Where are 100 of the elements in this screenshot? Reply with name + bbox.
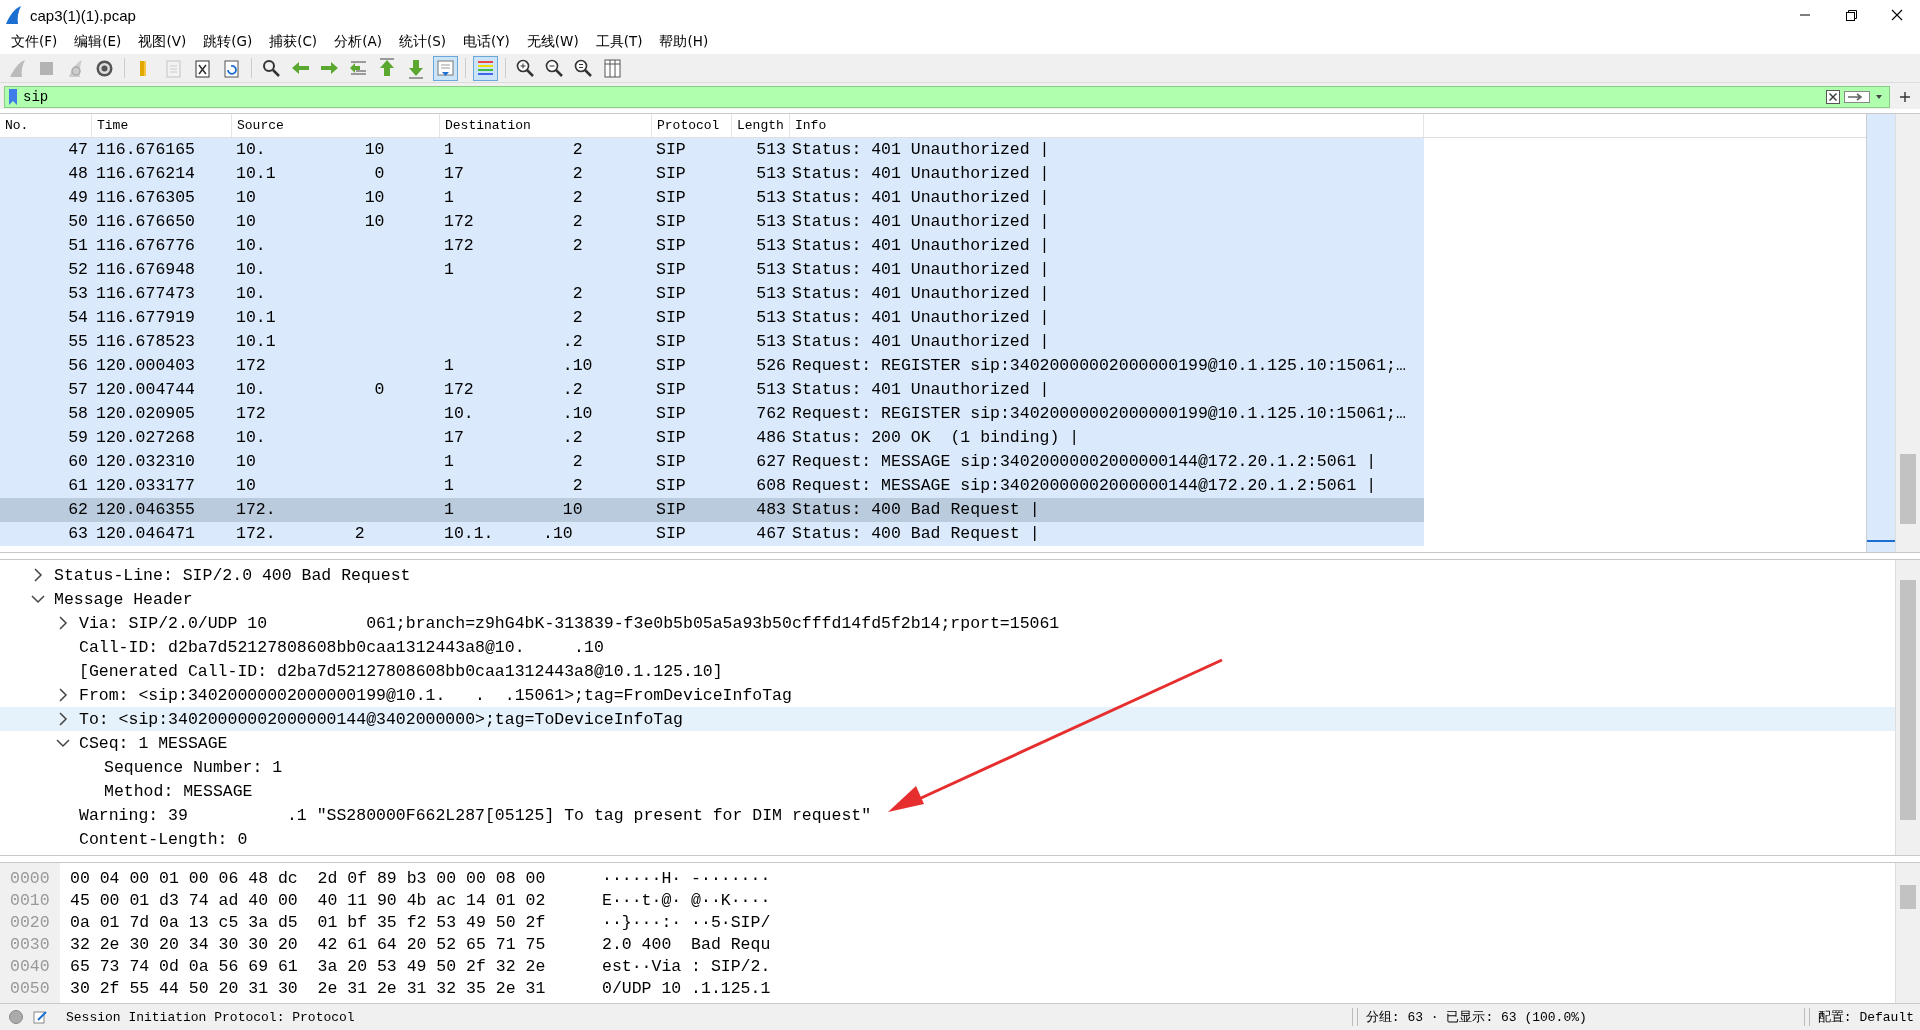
menu-item[interactable]: 统计(S) — [391, 31, 454, 53]
tree-item[interactable]: Content-Length: 0 — [79, 829, 248, 849]
table-cell-text: 116.676948 — [95, 259, 197, 281]
menu-item[interactable]: 工具(T) — [588, 31, 650, 53]
reload-icon[interactable] — [221, 57, 242, 79]
profile-label[interactable]: 配置: Default — [1817, 1008, 1920, 1026]
zoom-in-icon[interactable] — [515, 57, 536, 79]
search-icon[interactable] — [261, 57, 282, 79]
packet-row[interactable]: 57 120.004744 10. 0 172 .2 SIP 513 Status: 401 Unauthorized | — [0, 378, 1424, 402]
table-cell-text: Status: 401 Unauthorized | — [791, 139, 1051, 161]
table-cell-text: Status: 401 Unauthorized | — [791, 259, 1051, 281]
zoom-out-icon[interactable] — [544, 57, 565, 79]
scrollbar[interactable] — [1895, 560, 1920, 855]
column-header[interactable]: Length — [732, 114, 790, 137]
table-cell-text: 116.677473 — [95, 283, 197, 305]
menu-item[interactable]: 捕获(C) — [262, 31, 325, 53]
close-file-icon[interactable] — [192, 57, 213, 79]
packet-row[interactable]: 62 120.046355 172. 1 10 SIP 483 Status: 400 Bad Request | — [0, 498, 1424, 522]
column-header[interactable]: Info — [790, 114, 1424, 137]
hex-bytes[interactable]: 45 00 01 d3 74 ad 40 00 40 11 90 4b ac 14 01 02 — [70, 890, 570, 910]
bookmark-icon[interactable] — [7, 88, 19, 106]
add-icon[interactable] — [1898, 90, 1912, 104]
menu-item[interactable]: 电话(Y) — [456, 31, 517, 53]
table-cell-text: SIP — [655, 499, 687, 521]
hex-bytes[interactable]: 65 73 74 0d 0a 56 69 61 3a 20 53 49 50 2f 32 2e — [70, 956, 570, 976]
menu-item[interactable]: 跳转(G) — [196, 31, 260, 53]
packet-row[interactable]: 60 120.032310 10 1 2 SIP 627 Request: MESSAGE sip:34020000002000000144@172.20.1.2:5061 | — [0, 450, 1424, 474]
column-header[interactable]: No. — [0, 114, 92, 137]
ascii-bytes[interactable]: E···t·@· @··K···· — [602, 890, 771, 910]
table-cell-text: 56 — [67, 355, 89, 377]
table-cell-text: 10 — [235, 451, 257, 473]
table-cell-text: 513 — [755, 139, 787, 161]
packet-row[interactable]: 61 120.033177 10 1 2 SIP 608 Request: MESSAGE sip:34020000002000000144@172.20.1.2:5061 | — [0, 474, 1424, 498]
packet-row[interactable]: 49 116.676305 10 10 1 2 SIP 513 Status: 401 Unauthorized | — [0, 186, 1424, 210]
packet-row[interactable]: 55 116.678523 10.1 .2 SIP 513 Status: 401 Unauthorized | — [0, 330, 1424, 354]
menu-item[interactable]: 文件(F) — [4, 31, 65, 53]
ascii-bytes[interactable]: ······H· -······· — [602, 868, 771, 888]
packet-row[interactable]: 59 120.027268 10. 17 .2 SIP 486 Status: 200 OK (1 binding) | — [0, 426, 1424, 450]
shark-fin-icon — [4, 5, 22, 25]
column-header[interactable]: Time — [92, 114, 232, 137]
table-cell-text: 1 2 — [443, 187, 584, 209]
table-cell-text: 10 10 — [235, 211, 386, 233]
table-cell-text: Status: 400 Bad Request | — [791, 499, 1041, 521]
menu-item[interactable]: 编辑(E) — [67, 31, 129, 53]
filter-field[interactable]: sip — [4, 86, 1890, 108]
packet-row[interactable]: 50 116.676650 10 10 172 2 SIP 513 Status: 401 Unauthorized | — [0, 210, 1424, 234]
menu-item[interactable]: 无线(W) — [519, 31, 586, 53]
tree-item[interactable]: Sequence Number: 1 — [104, 757, 283, 777]
menu-item[interactable]: 视图(V) — [131, 31, 194, 53]
ascii-bytes[interactable]: est··Via : SIP/2. — [602, 956, 771, 976]
packet-row[interactable]: 53 116.677473 10. 2 SIP 513 Status: 401 Unauthorized | — [0, 282, 1424, 306]
table-cell-text: 467 — [755, 523, 787, 545]
tree-item[interactable]: Warning: 39 .1 "SS280000F662L287[05125] To tag present for DIM request" — [79, 805, 872, 825]
tree-item[interactable]: [Generated Call-ID: d2ba7d52127808608bb0caa1312443a8@10.1.125.10] — [79, 661, 723, 681]
tree-item[interactable]: Via: SIP/2.0/UDP 10 061;branch=z9hG4bK-313839-f3e0b5b05a5a93b50cfffd14fd5f2b14;rport=15061 — [79, 613, 1060, 633]
tree-item[interactable]: CSeq: 1 MESSAGE — [79, 733, 228, 753]
ascii-bytes[interactable]: ··}···:· ··5·SIP/ — [602, 912, 771, 932]
packet-row[interactable]: 52 116.676948 10. 1 SIP 513 Status: 401 Unauthorized | — [0, 258, 1424, 282]
packet-row[interactable]: 58 120.020905 172 10. .10 SIP 762 Request: REGISTER sip:34020000002000000199@10.1.125.10:15061;… — [0, 402, 1424, 426]
table-cell-text: 116.676214 — [95, 163, 197, 185]
packet-row[interactable]: 47 116.676165 10. 10 1 2 SIP 513 Status: 401 Unauthorized | — [0, 138, 1424, 162]
table-cell-text: 608 — [755, 475, 787, 497]
tree-item[interactable]: Method: MESSAGE — [104, 781, 253, 801]
scrollbar[interactable] — [1895, 114, 1920, 552]
zoom-reset-icon[interactable] — [573, 57, 594, 79]
table-cell-text: Request: MESSAGE sip:34020000002000000144@172.20.1.2:5061 | — [791, 475, 1378, 497]
table-cell-text: 116.676305 — [95, 187, 197, 209]
table-cell-text: 486 — [755, 427, 787, 449]
edit-note-icon[interactable] — [32, 1009, 48, 1025]
tree-item[interactable]: Message Header — [54, 589, 193, 609]
ascii-bytes[interactable]: 0/UDP 10 .1.125.1 — [602, 978, 771, 998]
menu-item[interactable]: 帮助(H) — [652, 31, 716, 53]
packet-row[interactable]: 54 116.677919 10.1 2 SIP 513 Status: 401 Unauthorized | — [0, 306, 1424, 330]
window-title: cap3(1)(1).pcap — [30, 6, 137, 24]
table-cell-text: 627 — [755, 451, 787, 473]
autoscroll-icon[interactable] — [435, 57, 456, 79]
clear-icon[interactable] — [1825, 89, 1841, 105]
tree-item[interactable]: Status-Line: SIP/2.0 400 Bad Request — [54, 565, 411, 585]
byte-offset: 0000 — [9, 868, 51, 888]
menu-item[interactable]: 分析(A) — [327, 31, 389, 53]
hex-bytes[interactable]: 0a 01 7d 0a 13 c5 3a d5 01 bf 35 f2 53 49 50 2f — [70, 912, 570, 932]
column-header[interactable]: Destination — [440, 114, 652, 137]
hex-bytes[interactable]: 32 2e 30 20 34 30 30 20 42 61 64 20 52 65 71 75 — [70, 934, 570, 954]
table-cell-text: SIP — [655, 283, 687, 305]
resize-columns-icon[interactable] — [602, 57, 623, 79]
hex-bytes[interactable]: 00 04 00 01 00 06 48 dc 2d 0f 89 b3 00 00 08 00 — [70, 868, 570, 888]
table-cell-text: 52 — [67, 259, 89, 281]
tree-item[interactable]: From: <sip:34020000002000000199@10.1. . .15061>;tag=FromDeviceInfoTag — [79, 685, 792, 705]
ascii-bytes[interactable]: 2.0 400 Bad Requ — [602, 934, 771, 954]
hex-bytes[interactable]: 30 2f 55 44 50 20 31 30 2e 31 2e 31 32 35 2e 31 — [70, 978, 570, 998]
status-dot-icon[interactable] — [8, 1009, 24, 1025]
packet-row[interactable]: 56 120.000403 172 1 .10 SIP 526 Request: REGISTER sip:34020000002000000199@10.1.125.10:15061;… — [0, 354, 1424, 378]
table-cell-text: Status: 401 Unauthorized | — [791, 163, 1051, 185]
packet-row[interactable]: 51 116.676776 10. 172 2 SIP 513 Status: 401 Unauthorized | — [0, 234, 1424, 258]
scrollbar[interactable] — [1895, 863, 1920, 1003]
column-header[interactable]: Source — [232, 114, 440, 137]
packet-row[interactable]: 48 116.676214 10.1 0 17 2 SIP 513 Status: 401 Unauthorized | — [0, 162, 1424, 186]
packet-row[interactable]: 63 120.046471 172. 2 10.1. .10 SIP 467 Status: 400 Bad Request | — [0, 522, 1424, 546]
tree-item[interactable]: Call-ID: d2ba7d52127808608bb0caa1312443a8@10. .10 — [79, 637, 604, 657]
column-header[interactable]: Protocol — [652, 114, 732, 137]
